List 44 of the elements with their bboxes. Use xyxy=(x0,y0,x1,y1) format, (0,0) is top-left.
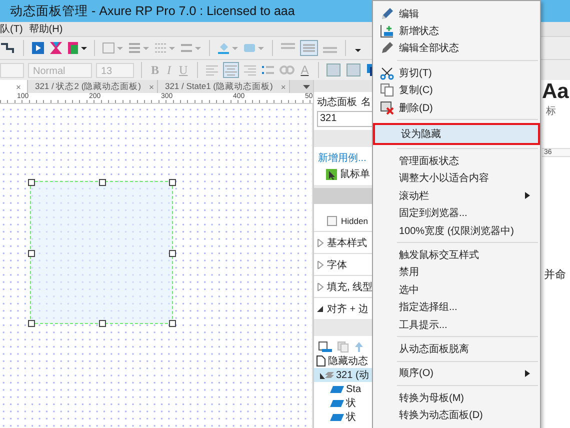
menu-item[interactable]: 调整大小以适合内容 xyxy=(375,170,538,188)
name-label: 名 xyxy=(361,96,371,109)
menu-item[interactable]: 顺序(O) xyxy=(375,364,538,382)
document-tab[interactable]: × xyxy=(0,80,28,93)
menu-item[interactable]: 固定到浏览器... xyxy=(375,204,538,222)
panel-label: 动态面板 xyxy=(317,96,357,109)
menu-item[interactable]: 设为隐藏 xyxy=(373,123,540,146)
menu-item[interactable]: 帮助(H) xyxy=(28,22,63,36)
document-tab[interactable]: 321 / State1 (隐藏动态面板) × xyxy=(158,80,290,93)
menu-item[interactable]: 新增状态 xyxy=(375,22,538,40)
menu-item[interactable]: 100%宽度 (仅限浏览器中) xyxy=(375,222,538,240)
menu-item[interactable]: 触发鼠标交互样式 xyxy=(375,246,538,264)
outline-item[interactable]: 隐藏动态 xyxy=(314,354,373,368)
section-header[interactable]: 对齐 + 边 xyxy=(327,302,368,316)
outline-item[interactable]: 状 xyxy=(314,396,373,410)
document-tab[interactable]: 321 / 状态2 (隐藏动态面板) × xyxy=(28,80,158,93)
menu-item[interactable]: 编辑 xyxy=(375,5,538,22)
menu-item[interactable]: 选中 xyxy=(375,281,538,298)
menu-item[interactable]: 剪切(T) xyxy=(375,64,538,82)
menu-item[interactable]: 转换为母板(M) xyxy=(375,389,538,406)
section-header[interactable]: 填充, 线型 xyxy=(327,280,373,294)
menu-item[interactable]: 禁用 xyxy=(375,264,538,282)
menu-item[interactable]: 管理面板状态 xyxy=(375,152,538,170)
window-title: 动态面板管理 - Axure RP Pro 7.0 : Licensed to aaa xyxy=(10,2,295,20)
outline-item[interactable]: 状 xyxy=(314,410,373,424)
add-case-link[interactable]: 新增用例... xyxy=(318,151,373,165)
menu-item[interactable]: 复制(C) xyxy=(375,82,538,99)
outline-item[interactable]: Sta xyxy=(314,382,373,396)
menu-item[interactable]: 转换为动态面板(D) xyxy=(375,406,538,424)
font-sample: Aa xyxy=(542,80,569,104)
menu-item[interactable]: 编辑全部状态 xyxy=(375,40,538,58)
style-label: 标 xyxy=(545,104,556,118)
outline-item[interactable]: 321 (动 xyxy=(314,368,373,382)
case-label[interactable]: 鼠标单 xyxy=(340,167,370,181)
menu-item[interactable]: 队(T) xyxy=(0,22,23,36)
menu-item[interactable]: 删除(D) xyxy=(375,98,538,116)
page-text: 并命 xyxy=(543,268,566,282)
section-header[interactable]: 字体 xyxy=(327,258,347,272)
menu-item[interactable]: 指定选择组... xyxy=(375,298,538,316)
menu-item[interactable]: 从动态面板脱离 xyxy=(375,340,538,358)
hidden-label: Hidden xyxy=(341,216,368,226)
menu-item[interactable]: 滚动栏 xyxy=(375,187,538,205)
section-header[interactable]: 基本样式 xyxy=(327,236,367,250)
menu-item[interactable]: 工具提示... xyxy=(375,316,538,334)
